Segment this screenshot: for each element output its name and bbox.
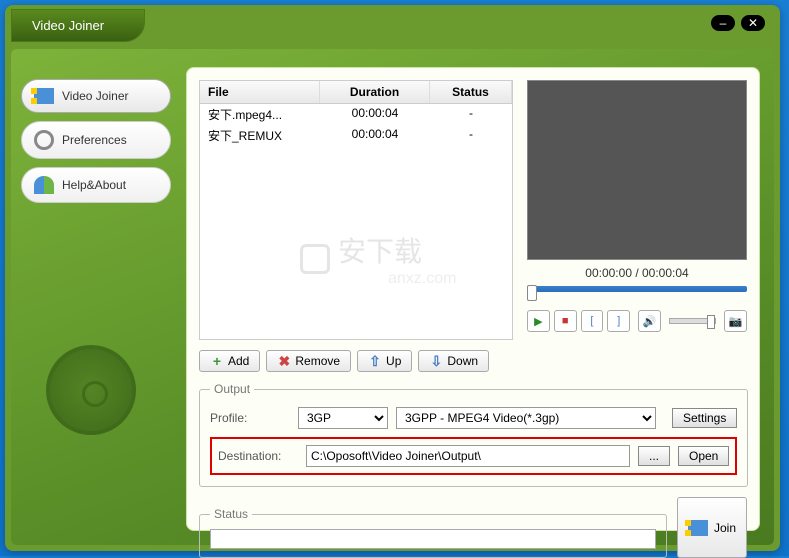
profile-label: Profile: xyxy=(210,411,290,425)
open-button[interactable]: Open xyxy=(678,446,729,466)
sidebar-item-label: Video Joiner xyxy=(62,89,129,103)
window-controls: – ✕ xyxy=(711,15,765,31)
gear-icon xyxy=(34,130,54,150)
mark-in-button[interactable]: [ xyxy=(581,310,604,332)
sidebar-item-preferences[interactable]: Preferences xyxy=(21,121,171,159)
sidebar-item-help[interactable]: Help&About xyxy=(21,167,171,203)
profile-format-select[interactable]: 3GP xyxy=(298,407,388,429)
volume-slider[interactable] xyxy=(669,318,716,324)
minimize-button[interactable]: – xyxy=(711,15,735,31)
time-display: 00:00:00 / 00:00:04 xyxy=(527,266,747,280)
stop-button[interactable]: ■ xyxy=(554,310,577,332)
list-item[interactable]: 安下_REMUX 00:00:04 - xyxy=(200,125,512,146)
titlebar: Video Joiner – ✕ xyxy=(5,5,780,45)
up-button[interactable]: ⇧Up xyxy=(357,350,412,372)
col-file: File xyxy=(200,81,320,103)
volume-icon[interactable]: 🔊 xyxy=(638,310,661,332)
plus-icon: + xyxy=(210,354,224,368)
output-fieldset: Output Profile: 3GP 3GPP - MPEG4 Video(*… xyxy=(199,382,748,487)
video-preview[interactable] xyxy=(527,80,747,260)
status-fieldset: Status xyxy=(199,507,667,558)
file-list[interactable]: File Duration Status 安下.mpeg4... 00:00:0… xyxy=(199,80,513,340)
col-duration: Duration xyxy=(320,81,430,103)
window-title: Video Joiner xyxy=(11,9,145,42)
remove-button[interactable]: ✖Remove xyxy=(266,350,351,372)
preview-column: 00:00:00 / 00:00:04 ▶ ■ [ ] 🔊 📷 xyxy=(527,80,747,340)
arrow-up-icon: ⇧ xyxy=(368,354,382,368)
settings-button[interactable]: Settings xyxy=(672,408,737,428)
output-legend: Output xyxy=(210,382,254,396)
main-panel: File Duration Status 安下.mpeg4... 00:00:0… xyxy=(186,67,760,531)
seek-slider[interactable] xyxy=(527,286,747,300)
snapshot-button[interactable]: 📷 xyxy=(724,310,747,332)
sidebar-item-label: Help&About xyxy=(62,178,126,192)
app-body: Video Joiner Preferences Help&About File… xyxy=(11,49,774,545)
join-icon xyxy=(34,88,54,104)
sidebar: Video Joiner Preferences Help&About xyxy=(21,79,171,211)
file-toolbar: +Add ✖Remove ⇧Up ⇩Down xyxy=(199,350,747,372)
seek-thumb[interactable] xyxy=(527,285,537,301)
file-list-header: File Duration Status xyxy=(200,81,512,104)
arrow-down-icon: ⇩ xyxy=(429,354,443,368)
sidebar-item-video-joiner[interactable]: Video Joiner xyxy=(21,79,171,113)
down-button[interactable]: ⇩Down xyxy=(418,350,489,372)
destination-label: Destination: xyxy=(218,449,298,463)
help-icon xyxy=(34,176,54,194)
browse-button[interactable]: ... xyxy=(638,446,670,466)
sidebar-item-label: Preferences xyxy=(62,133,127,147)
add-button[interactable]: +Add xyxy=(199,350,260,372)
film-reel-decoration xyxy=(31,345,151,525)
destination-input[interactable] xyxy=(306,445,630,467)
x-icon: ✖ xyxy=(277,354,291,368)
mark-out-button[interactable]: ] xyxy=(607,310,630,332)
lock-icon xyxy=(300,244,330,274)
list-item[interactable]: 安下.mpeg4... 00:00:04 - xyxy=(200,104,512,125)
join-button[interactable]: Join xyxy=(677,497,747,558)
join-icon xyxy=(688,520,708,536)
status-legend: Status xyxy=(210,507,252,521)
close-button[interactable]: ✕ xyxy=(741,15,765,31)
status-bar xyxy=(210,529,656,549)
play-controls: ▶ ■ [ ] 🔊 📷 xyxy=(527,310,747,332)
profile-detail-select[interactable]: 3GPP - MPEG4 Video(*.3gp) xyxy=(396,407,656,429)
destination-row: Destination: ... Open xyxy=(210,437,737,475)
watermark: 安下载 anxz.com xyxy=(300,230,456,288)
play-button[interactable]: ▶ xyxy=(527,310,550,332)
col-status: Status xyxy=(430,81,512,103)
